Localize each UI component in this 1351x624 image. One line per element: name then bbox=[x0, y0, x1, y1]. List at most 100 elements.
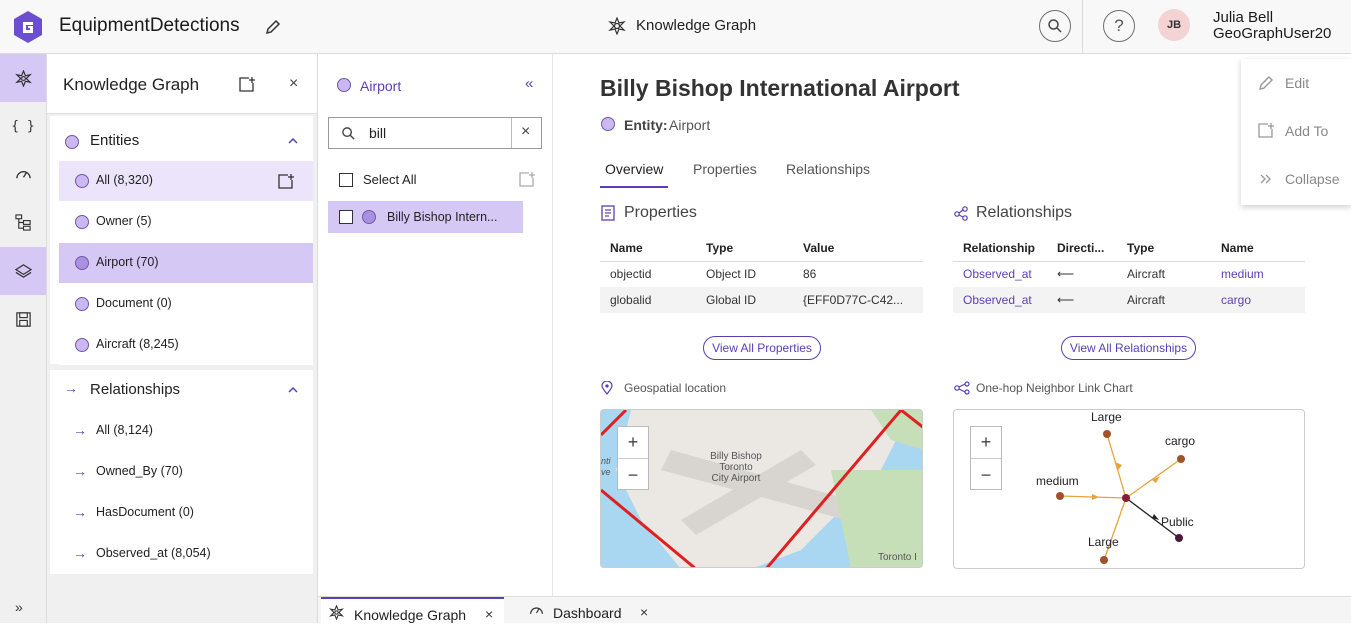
link-chart-zoom-controls: + − bbox=[970, 426, 1002, 490]
panel-title: Airport bbox=[360, 78, 402, 94]
bottom-tab-knowledge-graph[interactable]: Knowledge Graph × bbox=[321, 597, 504, 624]
app-title: EquipmentDetections bbox=[59, 15, 240, 36]
cell: globalid bbox=[600, 287, 696, 313]
expand-rail-icon[interactable]: » bbox=[15, 599, 23, 615]
knowledge-graph-icon bbox=[608, 17, 626, 35]
column-header: Directi... bbox=[1047, 235, 1117, 262]
link-chart[interactable]: Large cargo medium Public Large + − bbox=[953, 409, 1305, 569]
rail-layers[interactable] bbox=[0, 247, 46, 295]
avatar[interactable]: JB bbox=[1158, 9, 1190, 41]
close-tab-icon[interactable]: × bbox=[640, 604, 648, 620]
item-checkbox[interactable] bbox=[339, 210, 353, 224]
center-title: Knowledge Graph bbox=[636, 17, 757, 34]
tab-overview[interactable]: Overview bbox=[605, 161, 663, 177]
rail-dashboard[interactable] bbox=[0, 150, 46, 198]
zoom-in-button[interactable]: + bbox=[618, 427, 648, 459]
add-to-action[interactable]: Add To bbox=[1241, 107, 1351, 155]
column-header: Value bbox=[793, 235, 923, 262]
add-to-icon[interactable] bbox=[518, 171, 536, 189]
add-to-icon[interactable] bbox=[238, 76, 256, 94]
entity-row-aircraft[interactable]: Aircraft (8,245) bbox=[59, 325, 313, 365]
table-row: Observed_at ⟵ Aircraft cargo bbox=[953, 287, 1305, 313]
search-button[interactable] bbox=[1039, 10, 1071, 42]
link-node bbox=[1177, 455, 1185, 463]
list-item-label: Billy Bishop Intern... bbox=[387, 210, 498, 224]
relationship-link[interactable]: Observed_at bbox=[953, 287, 1047, 313]
entity-row-airport[interactable]: Airport (70) bbox=[59, 243, 313, 283]
collapse-action[interactable]: Collapse bbox=[1241, 155, 1351, 203]
rail-save[interactable] bbox=[0, 295, 46, 343]
select-all-label[interactable]: Select All bbox=[363, 172, 416, 187]
user-name[interactable]: Julia Bell bbox=[1213, 9, 1273, 26]
chevron-up-icon[interactable] bbox=[287, 384, 299, 396]
knowledge-graph-panel: Knowledge Graph × Entities All (8,320) O… bbox=[47, 54, 318, 623]
entity-list-panel: Airport « bill × Select All Billy Bishop… bbox=[318, 54, 553, 596]
entity-row-document[interactable]: Document (0) bbox=[59, 284, 313, 324]
properties-table: Name Type Value objectid Object ID 86 gl… bbox=[600, 235, 923, 313]
entity-row-all[interactable]: All (8,320) bbox=[59, 161, 313, 201]
rail-code[interactable]: { } bbox=[0, 102, 46, 150]
zoom-out-button[interactable]: − bbox=[971, 459, 1001, 491]
bottom-tab-dashboard[interactable]: Dashboard × bbox=[523, 597, 663, 624]
relationship-link[interactable]: Observed_at bbox=[953, 261, 1047, 287]
search-icon bbox=[1048, 19, 1062, 33]
entity-label: Owner (5) bbox=[96, 214, 152, 228]
cell: Global ID bbox=[696, 287, 793, 313]
arrow-right-icon: → bbox=[73, 545, 87, 561]
entity-icon bbox=[65, 135, 79, 149]
action-menu: Edit Add To Collapse bbox=[1241, 59, 1351, 205]
list-item[interactable]: Billy Bishop Intern... bbox=[328, 201, 523, 233]
close-tab-icon[interactable]: × bbox=[485, 606, 493, 622]
node-label: Large bbox=[1088, 535, 1119, 549]
tab-relationships[interactable]: Relationships bbox=[786, 161, 870, 177]
help-button[interactable]: ? bbox=[1103, 10, 1135, 42]
relationship-label: HasDocument (0) bbox=[96, 505, 194, 519]
relationship-row-owned-by[interactable]: → Owned_By (70) bbox=[59, 452, 313, 492]
app-logo-icon[interactable] bbox=[13, 10, 43, 44]
edit-title-icon[interactable] bbox=[264, 18, 282, 36]
geo-title: Geospatial location bbox=[624, 381, 727, 395]
view-all-properties-button[interactable]: View All Properties bbox=[703, 336, 821, 360]
relationship-row-observed-at[interactable]: → Observed_at (8,054) bbox=[59, 534, 313, 574]
entities-title[interactable]: Entities bbox=[90, 132, 139, 149]
entity-link[interactable]: medium bbox=[1211, 261, 1305, 287]
zoom-out-button[interactable]: − bbox=[618, 459, 648, 491]
app-header: EquipmentDetections Knowledge Graph ? JB… bbox=[0, 0, 1351, 54]
entity-row-owner[interactable]: Owner (5) bbox=[59, 202, 313, 242]
layers-icon bbox=[14, 263, 32, 278]
user-id[interactable]: GeoGraphUser20 bbox=[1213, 25, 1331, 42]
header-divider bbox=[1082, 0, 1083, 54]
link-node bbox=[1175, 534, 1183, 542]
node-label: medium bbox=[1036, 474, 1079, 488]
edit-action[interactable]: Edit bbox=[1241, 59, 1351, 107]
column-header: Type bbox=[1117, 235, 1211, 262]
relationship-label: Owned_By (70) bbox=[96, 464, 183, 478]
knowledge-graph-icon bbox=[14, 69, 32, 87]
relationship-row-hasdocument[interactable]: → HasDocument (0) bbox=[59, 493, 313, 533]
select-all-checkbox[interactable] bbox=[339, 173, 353, 187]
rail-knowledge-graph[interactable] bbox=[0, 54, 46, 102]
entity-icon bbox=[75, 256, 89, 270]
clear-search-icon[interactable]: × bbox=[521, 123, 530, 141]
zoom-in-button[interactable]: + bbox=[971, 427, 1001, 459]
add-to-icon[interactable] bbox=[277, 173, 295, 191]
rail-hierarchy[interactable] bbox=[0, 198, 46, 246]
link-edge bbox=[1125, 458, 1182, 499]
gauge-icon bbox=[530, 607, 543, 614]
link-node bbox=[1056, 492, 1064, 500]
column-header: Type bbox=[696, 235, 793, 262]
hierarchy-icon bbox=[14, 213, 31, 231]
chevron-up-icon[interactable] bbox=[287, 135, 299, 147]
action-label: Collapse bbox=[1285, 171, 1340, 187]
close-icon[interactable]: × bbox=[289, 75, 298, 93]
relationships-title[interactable]: Relationships bbox=[90, 381, 180, 398]
search-input[interactable]: bill × bbox=[328, 117, 542, 149]
entity-link[interactable]: cargo bbox=[1211, 287, 1305, 313]
view-all-relationships-button[interactable]: View All Relationships bbox=[1061, 336, 1196, 360]
collapse-panel-icon[interactable]: « bbox=[525, 75, 533, 92]
relationship-row-all[interactable]: → All (8,124) bbox=[59, 411, 313, 451]
node-label: Large bbox=[1091, 410, 1122, 424]
map-view[interactable]: Billy Bishop Toronto City Airport Toront… bbox=[600, 409, 923, 568]
map-label-line: Billy Bishop bbox=[710, 451, 762, 462]
tab-properties[interactable]: Properties bbox=[693, 161, 757, 177]
